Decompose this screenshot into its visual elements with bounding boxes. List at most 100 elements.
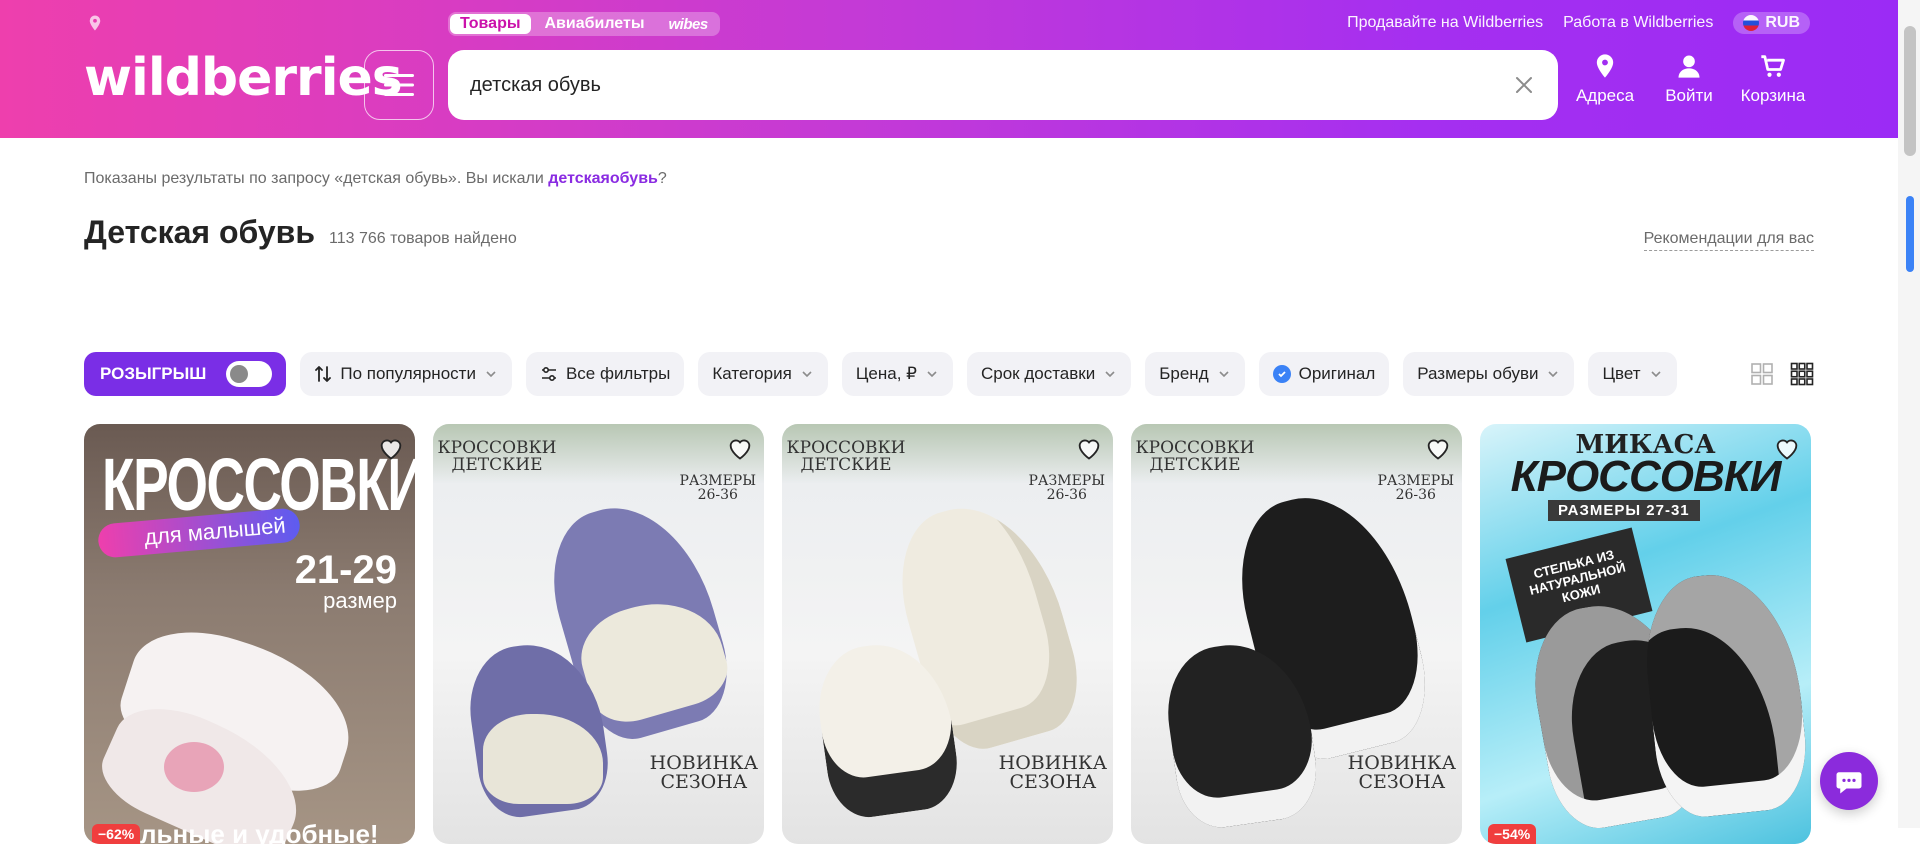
product-card[interactable]: КРОССОВКИ ДЕТСКИЕ РАЗМЕРЫ 26-36 НОВИНКА СЕ… <box>1131 424 1462 844</box>
heart-icon[interactable] <box>1075 434 1103 462</box>
product-card[interactable]: КРОССОВКИ для малышей 21-29 размер ильные… <box>84 424 415 844</box>
location-pin-icon[interactable] <box>86 14 104 32</box>
category-dropdown[interactable]: Категория <box>698 352 828 396</box>
raffle-toggle[interactable]: РОЗЫГРЫШ <box>84 352 287 396</box>
top-links: Продавайте на Wildberries Работа в Wildb… <box>1347 12 1810 34</box>
currency-selector[interactable]: RUB <box>1733 12 1810 34</box>
grid-large-icon[interactable] <box>1750 362 1774 386</box>
shoe-image <box>1637 566 1811 822</box>
discount-badge: −54% <box>1488 824 1537 844</box>
chevron-down-icon <box>802 371 812 378</box>
size-label: РАЗМЕРЫ 26-36 <box>1029 474 1106 502</box>
new-season-label: НОВИНКА СЕЗОНА <box>650 754 758 792</box>
product-card[interactable]: МИКАСА КРОССОВКИ РАЗМЕРЫ 27-31 СТЕЛЬКА И… <box>1480 424 1811 844</box>
header: Товары Авиабилеты wibes Продавайте на Wi… <box>0 0 1898 138</box>
size-label-value: 26-36 <box>697 487 738 503</box>
product-label: КРОССОВКИ ДЕТСКИЕ <box>1135 438 1255 475</box>
banner-title: КРОССОВКИ <box>1510 452 1782 501</box>
all-filters-label: Все фильтры <box>565 364 671 383</box>
chat-button[interactable] <box>1820 752 1878 810</box>
top-tabs: Товары Авиабилеты wibes <box>448 12 720 36</box>
login-button[interactable]: Войти <box>1656 52 1722 106</box>
addresses-button[interactable]: Адреса <box>1572 52 1638 106</box>
scroll-indicator <box>1906 196 1914 272</box>
user-icon <box>1678 55 1700 78</box>
price-label: Цена, ₽ <box>855 364 917 383</box>
size-range-value: 21-29 <box>294 548 397 592</box>
chevron-down-icon <box>1548 371 1559 378</box>
delivery-dropdown[interactable]: Срок доставки <box>966 352 1132 396</box>
original-filter[interactable]: Оригинал <box>1258 352 1390 396</box>
location-icon <box>1596 54 1614 78</box>
page-title: Детская обувь <box>84 214 316 250</box>
brand-dropdown[interactable]: Бренд <box>1145 352 1245 396</box>
color-label: Цвет <box>1602 364 1641 383</box>
delivery-label: Срок доставки <box>980 364 1096 383</box>
search-input[interactable] <box>470 73 1512 97</box>
russia-flag-icon <box>1743 15 1760 31</box>
hamburger-icon <box>384 74 414 96</box>
bow-decoration <box>164 742 224 792</box>
search-notice: Показаны результаты по запросу «детская … <box>84 170 667 188</box>
close-icon[interactable] <box>1512 73 1536 97</box>
product-grid: КРОССОВКИ для малышей 21-29 размер ильные… <box>84 424 1811 844</box>
grid-small-icon[interactable] <box>1790 362 1814 386</box>
sort-dropdown[interactable]: По популярности <box>300 352 512 396</box>
toggle-switch[interactable] <box>226 361 273 387</box>
size-band: РАЗМЕРЫ 27-31 <box>1548 500 1700 521</box>
currency-label: RUB <box>1765 14 1800 31</box>
cart-label: Корзина <box>1740 86 1806 105</box>
sizes-dropdown[interactable]: Размеры обуви <box>1403 352 1575 396</box>
header-actions: Адреса Войти Корзина <box>1572 52 1806 106</box>
tab-goods[interactable]: Товары <box>450 14 531 34</box>
sort-label: По популярности <box>340 364 476 383</box>
recommendations-sort[interactable]: Рекомендации для вас <box>1643 230 1814 251</box>
product-card[interactable]: КРОССОВКИ ДЕТСКИЕ РАЗМЕРЫ 26-36 НОВИНКА СЕ… <box>782 424 1113 844</box>
heart-icon[interactable] <box>1773 434 1801 462</box>
login-label: Войти <box>1665 86 1713 105</box>
product-label: КРОССОВКИ ДЕТСКИЕ <box>437 438 557 475</box>
size-label: РАЗМЕРЫ 26-36 <box>680 474 757 502</box>
menu-button[interactable] <box>364 50 434 120</box>
chat-icon <box>1836 772 1862 794</box>
tab-wibes[interactable]: wibes <box>658 14 717 34</box>
jobs-link[interactable]: Работа в Wildberries <box>1563 14 1713 32</box>
new-season-line-2: СЕЗОНА <box>660 771 748 793</box>
size-label-value: 26-36 <box>1395 487 1436 503</box>
new-season-label: НОВИНКА СЕЗОНА <box>1348 754 1456 792</box>
checkmark-icon <box>1272 365 1291 383</box>
heart-icon[interactable] <box>1424 434 1452 462</box>
scrollbar[interactable] <box>1898 0 1920 828</box>
product-card[interactable]: КРОССОВКИ ДЕТСКИЕ РАЗМЕРЫ 26-36 НОВИНКА СЕ… <box>433 424 764 844</box>
logo[interactable]: wildberries <box>84 48 403 108</box>
all-filters-button[interactable]: Все фильтры <box>525 352 685 396</box>
price-dropdown[interactable]: Цена, ₽ <box>841 352 953 396</box>
brand-label: Бренд <box>1159 364 1209 383</box>
size-label-value: 26-36 <box>1046 487 1087 503</box>
suggested-query-link[interactable]: детскаяобувь <box>548 170 658 187</box>
cart-icon <box>1761 55 1785 77</box>
size-label: РАЗМЕРЫ 26-36 <box>1378 474 1455 502</box>
tab-flights[interactable]: Авиабилеты <box>535 14 655 34</box>
color-dropdown[interactable]: Цвет <box>1588 352 1677 396</box>
addresses-label: Адреса <box>1575 86 1635 105</box>
size-range-label: размер <box>323 588 397 613</box>
view-toggle <box>1750 362 1814 386</box>
filter-bar: РОЗЫГРЫШ По популярности Все фильтры Кат… <box>84 352 1677 396</box>
heart-icon[interactable] <box>726 434 754 462</box>
chevron-down-icon <box>927 371 937 378</box>
category-label: Категория <box>712 364 792 383</box>
original-label: Оригинал <box>1298 364 1376 383</box>
notice-suffix: ? <box>657 170 667 187</box>
sizes-label: Размеры обуви <box>1417 364 1539 383</box>
cart-button[interactable]: Корзина <box>1740 52 1806 106</box>
sell-link[interactable]: Продавайте на Wildberries <box>1347 14 1543 32</box>
new-season-line-2: СЕЗОНА <box>1009 771 1097 793</box>
chevron-down-icon <box>1219 371 1229 378</box>
scrollbar-thumb[interactable] <box>1904 26 1916 156</box>
new-season-label: НОВИНКА СЕЗОНА <box>999 754 1107 792</box>
chevron-down-icon <box>1105 371 1115 378</box>
sort-icon <box>315 366 332 382</box>
raffle-label: РОЗЫГРЫШ <box>100 364 207 383</box>
heart-icon[interactable] <box>377 434 405 462</box>
